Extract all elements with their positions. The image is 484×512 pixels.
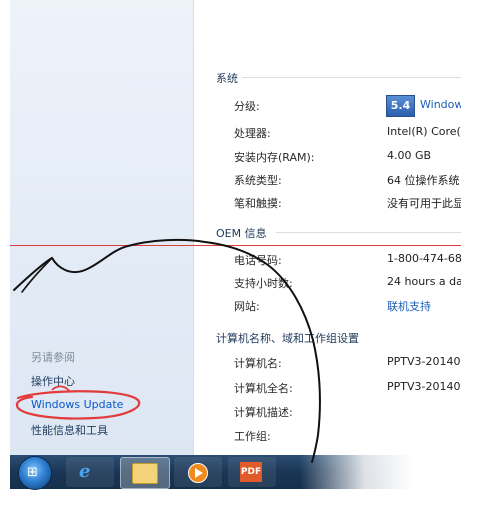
performance-info-link[interactable]: 性能信息和工具: [31, 422, 108, 438]
experience-index-badge[interactable]: 5.4: [386, 95, 415, 117]
taskbar-media-player-button[interactable]: [174, 457, 222, 487]
pen-touch-label: 笔和触摸:: [234, 197, 282, 210]
section-divider: [276, 232, 461, 233]
system-type-label: 系统类型:: [234, 174, 282, 187]
red-annotation-line: [10, 245, 461, 246]
phone-value: 1-800-474-6836: [387, 252, 461, 265]
taskbar-internet-explorer-button[interactable]: e: [66, 457, 114, 487]
windows-update-link[interactable]: Windows Update: [31, 398, 123, 411]
taskbar: ⊞ e PDF: [10, 455, 461, 490]
internet-explorer-icon: e: [79, 461, 91, 482]
taskbar-watermark-fade: [300, 455, 461, 489]
system-properties-window: 另请参阅 操作中心 Windows Update 性能信息和工具 系统 分级: …: [10, 0, 461, 455]
support-hours-label: 支持小时数:: [234, 277, 293, 290]
windows-logo-icon: ⊞: [27, 465, 38, 480]
see-also-heading: 另请参阅: [31, 351, 75, 364]
phone-label: 电话号码:: [234, 254, 282, 267]
online-support-link[interactable]: 联机支持: [387, 298, 431, 314]
media-player-icon: [188, 463, 208, 483]
computer-description-label: 计算机描述:: [234, 406, 293, 419]
oem-section-title: OEM 信息: [216, 227, 267, 240]
ram-value: 4.00 GB: [387, 149, 432, 162]
taskbar-pdf-reader-button[interactable]: PDF: [228, 457, 276, 487]
website-label: 网站:: [234, 300, 260, 313]
computer-name-value: PPTV3-2014091: [387, 355, 461, 368]
computer-full-name-label: 计算机全名:: [234, 382, 293, 395]
computer-name-label: 计算机名:: [234, 357, 282, 370]
taskbar-file-explorer-button[interactable]: [120, 457, 170, 489]
workgroup-label: 工作组:: [234, 430, 271, 443]
pdf-icon: PDF: [240, 462, 262, 482]
experience-index-link[interactable]: Windows: [420, 98, 461, 111]
ram-label: 安装内存(RAM):: [234, 151, 315, 164]
processor-label: 处理器:: [234, 127, 271, 140]
action-center-link[interactable]: 操作中心: [31, 373, 75, 389]
folder-icon: [132, 463, 158, 484]
computer-name-section-title: 计算机名称、域和工作组设置: [216, 332, 359, 345]
left-task-pane: 另请参阅 操作中心 Windows Update 性能信息和工具: [10, 0, 194, 455]
system-type-value: 64 位操作系统: [387, 174, 460, 187]
system-section-title: 系统: [216, 72, 238, 85]
section-divider: [242, 77, 461, 78]
rating-label: 分级:: [234, 100, 260, 113]
computer-full-name-value: PPTV3-2014091: [387, 380, 461, 393]
processor-value: Intel(R) Core(TM: [387, 125, 461, 138]
system-details-pane: 系统 分级: 5.4 Windows 处理器: Intel(R) Core(TM…: [194, 0, 461, 455]
support-hours-value: 24 hours a day: [387, 275, 461, 288]
pen-touch-value: 没有可用于此显示: [387, 197, 461, 210]
